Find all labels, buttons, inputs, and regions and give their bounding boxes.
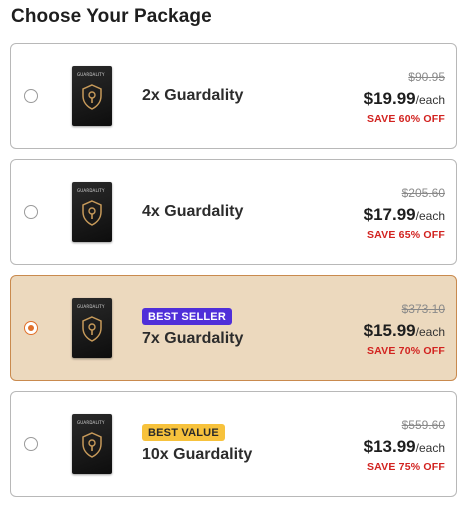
product-image: GUARDALITY <box>72 182 112 242</box>
radio-dot <box>27 324 34 331</box>
package-name: 4x Guardality <box>142 203 244 220</box>
product-brand-text: GUARDALITY <box>77 72 105 77</box>
best-seller-badge: BEST SELLER <box>142 308 232 325</box>
unit-price: $13.99 <box>363 437 416 456</box>
best-value-badge: BEST VALUE <box>142 424 225 441</box>
package-name: 10x Guardality <box>142 446 253 463</box>
product-image: GUARDALITY <box>72 414 112 474</box>
package-name: 2x Guardality <box>142 87 244 104</box>
product-image: GUARDALITY <box>72 66 112 126</box>
unit-price: $15.99 <box>363 321 416 340</box>
package-option-4x[interactable]: GUARDALITY 4x Guardality $205.60 $17.99/… <box>10 159 457 265</box>
package-radio[interactable] <box>24 321 38 335</box>
original-price: $559.60 <box>401 418 445 432</box>
original-price: $205.60 <box>401 186 445 200</box>
package-name: 7x Guardality <box>142 330 244 347</box>
product-image: GUARDALITY <box>72 298 112 358</box>
shield-keyhole-icon <box>82 200 102 226</box>
price-unit: /each <box>415 93 445 107</box>
price-unit: /each <box>415 441 445 455</box>
original-price: $373.10 <box>401 302 445 316</box>
price-unit: /each <box>415 209 445 223</box>
price-unit: /each <box>415 325 445 339</box>
product-brand-text: GUARDALITY <box>77 188 105 193</box>
package-radio[interactable] <box>24 205 38 219</box>
shield-keyhole-icon <box>82 432 102 458</box>
package-option-2x[interactable]: GUARDALITY 2x Guardality $90.95 $19.99/e… <box>10 43 457 149</box>
package-option-10x[interactable]: GUARDALITY BEST VALUE 10x Guardality $55… <box>10 391 457 497</box>
package-option-7x[interactable]: GUARDALITY BEST SELLER 7x Guardality $37… <box>10 275 457 381</box>
original-price: $90.95 <box>408 70 445 84</box>
product-brand-text: GUARDALITY <box>77 304 105 309</box>
discount-text: SAVE 75% OFF <box>366 461 445 473</box>
unit-price: $17.99 <box>363 205 416 224</box>
page-title: Choose Your Package <box>11 6 212 27</box>
discount-text: SAVE 70% OFF <box>366 345 445 357</box>
shield-keyhole-icon <box>82 316 102 342</box>
unit-price: $19.99 <box>363 89 416 108</box>
package-radio[interactable] <box>24 89 38 103</box>
discount-text: SAVE 65% OFF <box>366 229 445 241</box>
shield-keyhole-icon <box>82 84 102 110</box>
product-brand-text: GUARDALITY <box>77 420 105 425</box>
package-radio[interactable] <box>24 437 38 451</box>
discount-text: SAVE 60% OFF <box>366 113 445 125</box>
